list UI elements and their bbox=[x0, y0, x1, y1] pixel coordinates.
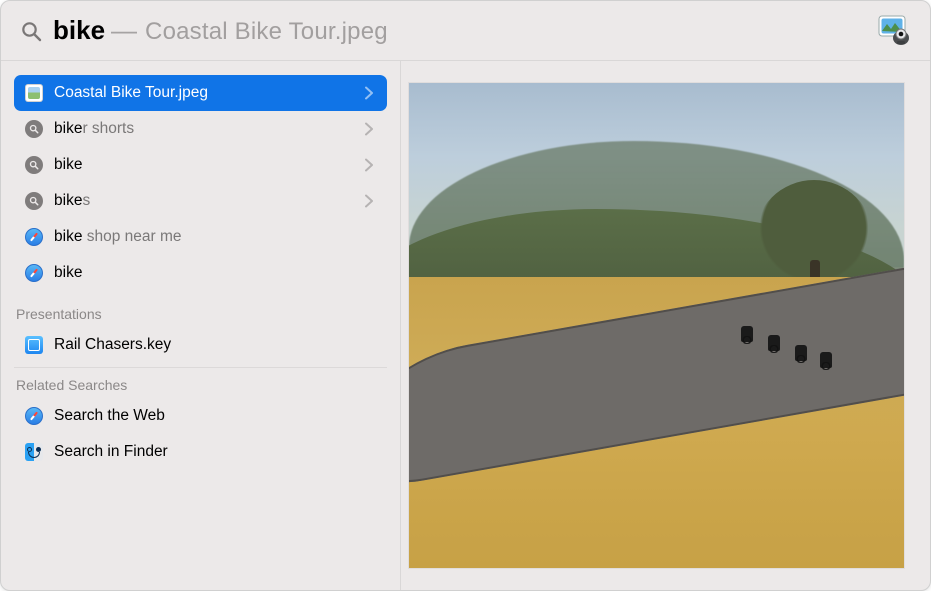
suggestion-row[interactable]: bike shop near me bbox=[14, 219, 387, 255]
top-hit-row[interactable]: Coastal Bike Tour.jpeg bbox=[14, 75, 387, 111]
suggestion-label: bike bbox=[54, 156, 361, 174]
search-web-label: Search the Web bbox=[54, 407, 377, 425]
preview-pane bbox=[401, 61, 930, 590]
chevron-right-icon bbox=[361, 85, 377, 101]
separator: — bbox=[111, 17, 137, 43]
search-icon bbox=[24, 191, 44, 211]
preview-image bbox=[409, 83, 904, 568]
search-icon bbox=[24, 155, 44, 175]
search-web-row[interactable]: Search the Web bbox=[14, 398, 387, 434]
suggestion-row[interactable]: bike bbox=[14, 255, 387, 291]
chevron-right-icon bbox=[361, 157, 377, 173]
section-header-related: Related Searches bbox=[14, 367, 387, 398]
file-label: Rail Chasers.key bbox=[54, 336, 377, 354]
search-input[interactable]: bike — Coastal Bike Tour.jpeg bbox=[53, 17, 877, 44]
suggestion-label: bike shop near me bbox=[54, 228, 377, 246]
safari-icon bbox=[24, 406, 44, 426]
chevron-right-icon bbox=[361, 193, 377, 209]
search-icon bbox=[19, 19, 43, 43]
search-completion: Coastal Bike Tour.jpeg bbox=[145, 20, 388, 44]
safari-icon bbox=[24, 263, 44, 283]
search-term: bike bbox=[53, 17, 105, 43]
suggestion-label: bike bbox=[54, 264, 377, 282]
file-row[interactable]: Rail Chasers.key bbox=[14, 327, 387, 363]
preview-app-icon bbox=[877, 12, 914, 49]
suggestion-row[interactable]: biker shorts bbox=[14, 111, 387, 147]
safari-icon bbox=[24, 227, 44, 247]
finder-icon bbox=[24, 442, 44, 462]
chevron-right-icon bbox=[361, 121, 377, 137]
results-sidebar: Coastal Bike Tour.jpeg biker shorts bike… bbox=[1, 61, 401, 590]
suggestion-row[interactable]: bikes bbox=[14, 183, 387, 219]
search-finder-label: Search in Finder bbox=[54, 443, 377, 461]
keynote-file-icon bbox=[24, 335, 44, 355]
suggestion-label: bikes bbox=[54, 192, 361, 210]
top-hit-label: Coastal Bike Tour.jpeg bbox=[54, 84, 361, 102]
suggestion-row[interactable]: bike bbox=[14, 147, 387, 183]
search-finder-row[interactable]: Search in Finder bbox=[14, 434, 387, 470]
search-icon bbox=[24, 119, 44, 139]
content-area: Coastal Bike Tour.jpeg biker shorts bike… bbox=[1, 61, 930, 590]
spotlight-window: bike — Coastal Bike Tour.jpeg Coastal bbox=[0, 0, 931, 591]
image-file-icon bbox=[24, 83, 44, 103]
search-bar[interactable]: bike — Coastal Bike Tour.jpeg bbox=[1, 1, 930, 61]
section-header-presentations: Presentations bbox=[14, 297, 387, 327]
suggestion-label: biker shorts bbox=[54, 120, 361, 138]
